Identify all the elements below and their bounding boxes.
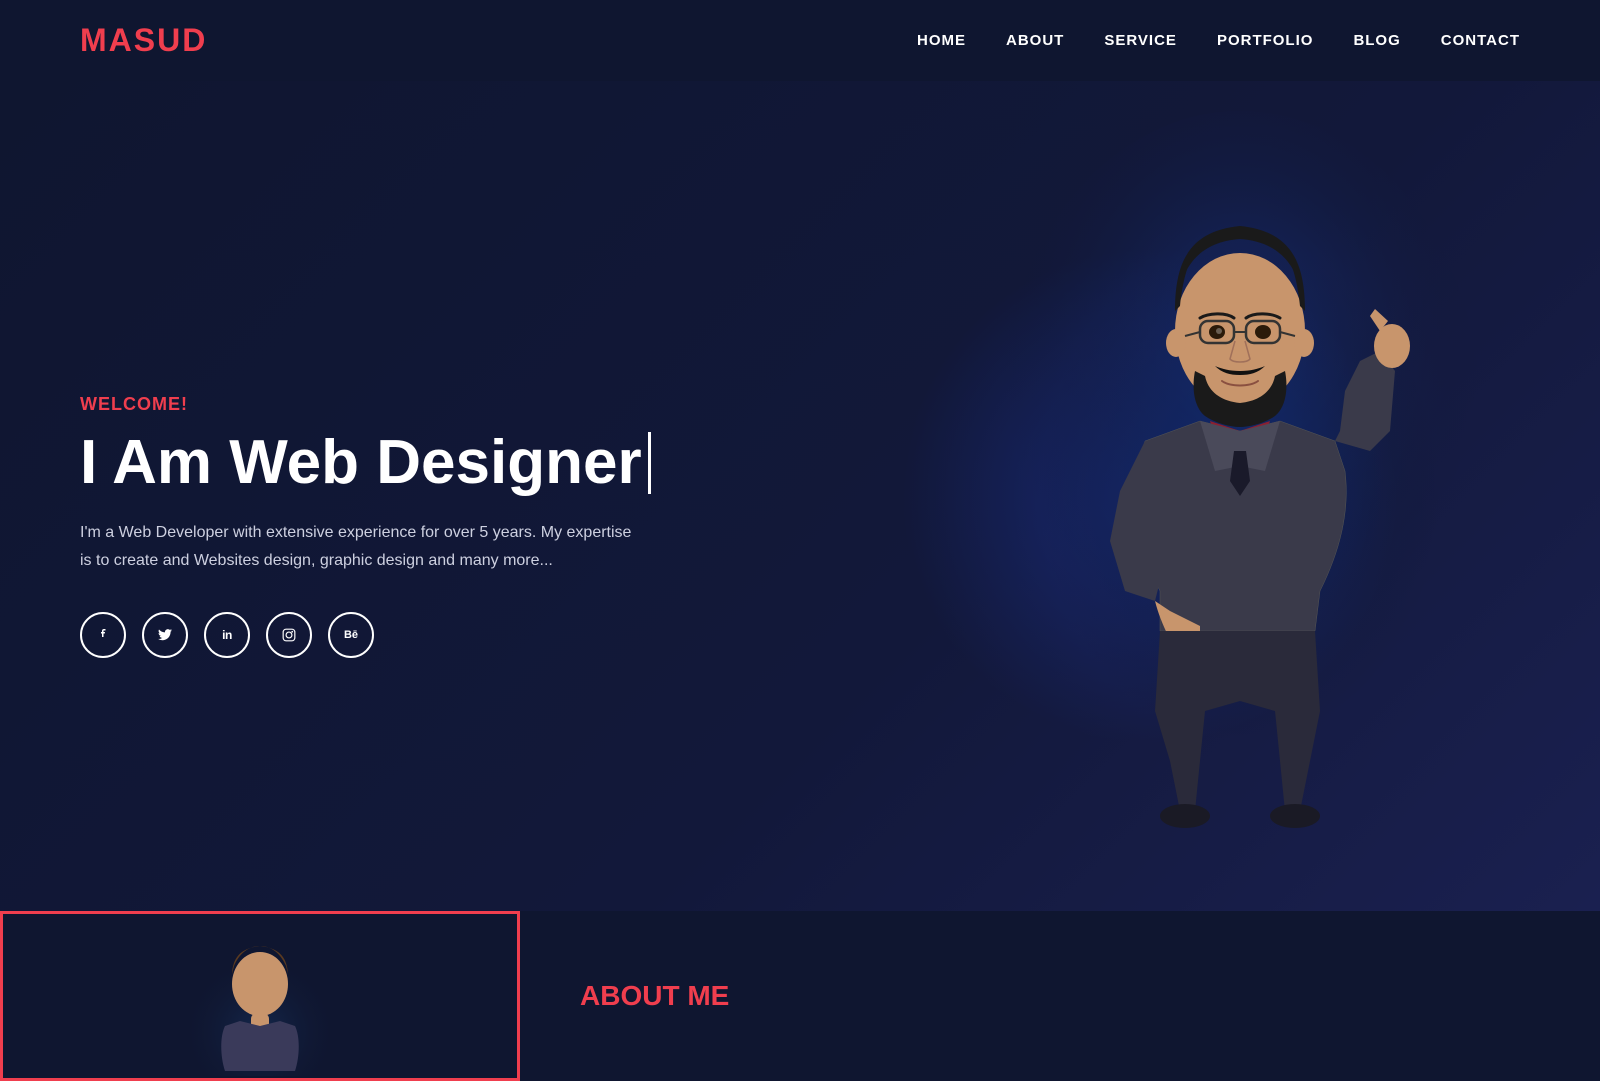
nav-item-contact[interactable]: CONTACT	[1441, 32, 1520, 50]
about-section-peek: ABOUT ME	[0, 911, 1600, 1081]
social-icons: in Bē	[80, 612, 651, 658]
hero-person-image	[960, 111, 1520, 911]
social-facebook-button[interactable]	[80, 612, 126, 658]
nav-item-portfolio[interactable]: PORTFOLIO	[1217, 32, 1314, 50]
hero-description: I'm a Web Developer with extensive exper…	[80, 519, 640, 573]
twitter-icon	[158, 629, 172, 641]
welcome-text: WELCOME!	[80, 394, 651, 415]
navbar: MASUD HOME ABOUT SERVICE PORTFOLIO BLOG …	[0, 0, 1600, 81]
nav-link-blog[interactable]: BLOG	[1353, 32, 1400, 49]
nav-item-about[interactable]: ABOUT	[1006, 32, 1064, 50]
instagram-icon	[282, 628, 296, 642]
welcome-suffix: !	[181, 394, 188, 414]
facebook-icon	[96, 628, 110, 642]
welcome-prefix: WELCOME	[80, 394, 181, 414]
about-me-label: ABOUT ME	[580, 980, 729, 1012]
nav-link-home[interactable]: HOME	[917, 32, 966, 49]
about-label-prefix: ABOUT	[580, 980, 687, 1011]
about-label-suffix: ME	[687, 980, 729, 1011]
nav-item-home[interactable]: HOME	[917, 32, 966, 50]
hero-title: I Am Web Designer	[80, 429, 651, 497]
social-behance-button[interactable]: Bē	[328, 612, 374, 658]
nav-item-service[interactable]: SERVICE	[1104, 32, 1177, 50]
brand-logo[interactable]: MASUD	[80, 22, 207, 59]
social-instagram-button[interactable]	[266, 612, 312, 658]
social-twitter-button[interactable]	[142, 612, 188, 658]
about-text-area: ABOUT ME	[520, 911, 1600, 1081]
nav-item-blog[interactable]: BLOG	[1353, 32, 1400, 50]
nav-link-service[interactable]: SERVICE	[1104, 32, 1177, 49]
nav-link-contact[interactable]: CONTACT	[1441, 32, 1520, 49]
cursor-icon	[648, 432, 651, 494]
person-svg	[1000, 111, 1480, 911]
nav-link-portfolio[interactable]: PORTFOLIO	[1217, 32, 1314, 49]
about-avatar-svg	[160, 916, 360, 1076]
about-image-box	[0, 911, 520, 1081]
hero-content: WELCOME! I Am Web Designer I'm a Web Dev…	[80, 394, 651, 658]
social-linkedin-button[interactable]: in	[204, 612, 250, 658]
nav-link-about[interactable]: ABOUT	[1006, 32, 1064, 49]
nav-links: HOME ABOUT SERVICE PORTFOLIO BLOG CONTAC…	[917, 32, 1520, 50]
hero-section: WELCOME! I Am Web Designer I'm a Web Dev…	[0, 81, 1600, 911]
